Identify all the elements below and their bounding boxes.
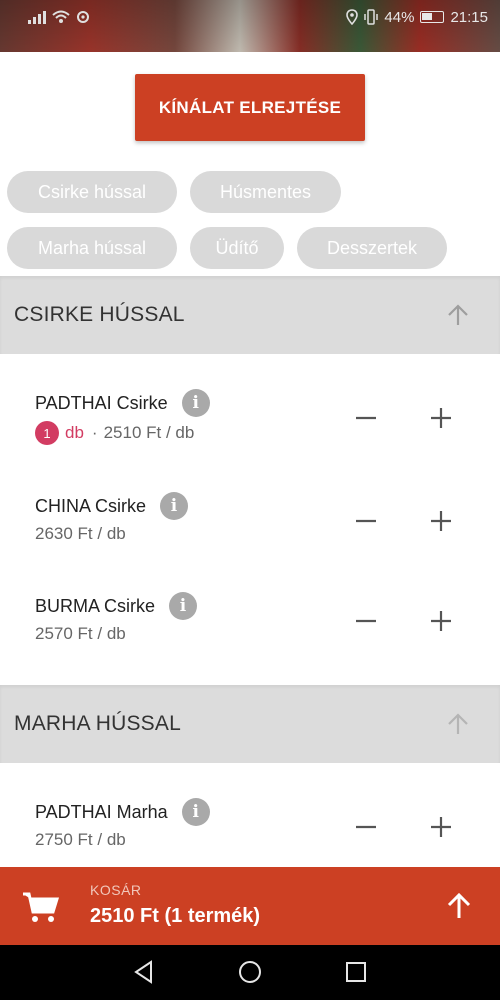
settings-status-icon bbox=[77, 11, 89, 23]
arrow-up-icon[interactable] bbox=[444, 891, 474, 921]
chip-marha-hussal[interactable]: Marha hússal bbox=[7, 227, 177, 269]
plus-icon bbox=[431, 408, 451, 428]
battery-percent: 44% bbox=[384, 8, 415, 26]
plus-icon bbox=[431, 511, 451, 531]
hide-offer-button[interactable]: KÍNÁLAT ELREJTÉSE bbox=[135, 74, 365, 141]
minus-icon bbox=[356, 519, 376, 523]
item-name: PADTHAI Marha bbox=[35, 801, 168, 822]
decrease-button[interactable] bbox=[346, 601, 386, 641]
section-header-csirke[interactable]: CSIRKE HÚSSAL bbox=[0, 276, 500, 354]
chip-husmentes[interactable]: Húsmentes bbox=[190, 171, 341, 213]
increase-button[interactable] bbox=[421, 501, 461, 541]
section-header-marha[interactable]: MARHA HÚSSAL bbox=[0, 685, 500, 763]
item-name: BURMA Csirke bbox=[35, 595, 156, 616]
minus-icon bbox=[356, 619, 376, 623]
status-bar: 44% 21:15 bbox=[0, 0, 500, 34]
arrow-up-icon[interactable] bbox=[444, 710, 472, 738]
list-item: CHINA Csirke i 2630 Ft / db bbox=[0, 491, 500, 571]
signal-icon bbox=[28, 10, 46, 24]
minus-icon bbox=[356, 416, 376, 420]
item-name: PADTHAI Csirke bbox=[35, 392, 168, 413]
cart-bar[interactable]: KOSÁR 2510 Ft (1 termék) bbox=[0, 867, 500, 945]
info-icon[interactable]: i bbox=[160, 492, 189, 520]
nav-back-icon[interactable] bbox=[131, 959, 157, 985]
cart-label: KOSÁR bbox=[90, 882, 142, 898]
status-time: 21:15 bbox=[450, 8, 488, 26]
info-icon[interactable]: i bbox=[181, 389, 210, 417]
decrease-button[interactable] bbox=[346, 501, 386, 541]
decrease-button[interactable] bbox=[346, 398, 386, 438]
chip-desszertek[interactable]: Desszertek bbox=[297, 227, 447, 269]
cart-icon bbox=[23, 892, 60, 922]
increase-button[interactable] bbox=[421, 398, 461, 438]
minus-icon bbox=[356, 825, 376, 829]
decrease-button[interactable] bbox=[346, 807, 386, 847]
item-price: 2570 Ft / db bbox=[35, 624, 126, 643]
nav-recents-icon[interactable] bbox=[343, 959, 369, 985]
system-nav-bar bbox=[0, 945, 500, 1000]
nav-home-icon[interactable] bbox=[237, 959, 263, 985]
battery-icon bbox=[420, 11, 445, 23]
chip-uditio[interactable]: Üdítő bbox=[190, 227, 284, 269]
quantity-badge: 1 bbox=[35, 421, 59, 445]
location-icon bbox=[346, 9, 359, 25]
list-item: PADTHAI Marha i 2750 Ft / db bbox=[0, 797, 500, 877]
arrow-up-icon[interactable] bbox=[444, 301, 472, 329]
item-price: 2510 Ft / db bbox=[103, 423, 195, 442]
section-title: CSIRKE HÚSSAL bbox=[14, 303, 185, 326]
separator-dot: · bbox=[91, 423, 98, 442]
plus-icon bbox=[431, 611, 451, 631]
chip-csirke-hussal[interactable]: Csirke hússal bbox=[7, 171, 177, 213]
list-item: BURMA Csirke i 2570 Ft / db bbox=[0, 591, 500, 671]
increase-button[interactable] bbox=[421, 807, 461, 847]
section-title: MARHA HÚSSAL bbox=[14, 712, 181, 735]
wifi-icon bbox=[52, 10, 70, 23]
item-price: 2750 Ft / db bbox=[35, 830, 126, 849]
info-icon[interactable]: i bbox=[181, 798, 210, 826]
vibrate-icon bbox=[364, 9, 379, 25]
quantity-unit: db bbox=[65, 423, 84, 442]
increase-button[interactable] bbox=[421, 601, 461, 641]
item-name: CHINA Csirke bbox=[35, 495, 147, 516]
cart-total: 2510 Ft (1 termék) bbox=[90, 905, 261, 927]
plus-icon bbox=[431, 817, 451, 837]
list-item: PADTHAI Csirke i 1 db · 2510 Ft / db bbox=[0, 388, 500, 468]
item-price: 2630 Ft / db bbox=[35, 524, 126, 543]
info-icon[interactable]: i bbox=[169, 592, 198, 620]
